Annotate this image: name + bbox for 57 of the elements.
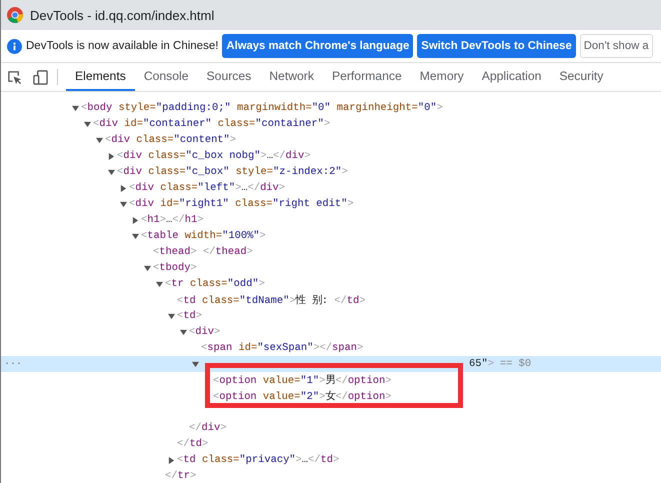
inspect-element-icon[interactable]	[6, 70, 22, 84]
dom-node-line[interactable]: </td>	[177, 438, 208, 450]
dom-node-line[interactable]: </tr>	[165, 470, 196, 482]
expanded-triangle-icon[interactable]	[168, 312, 174, 320]
dismiss-button[interactable]: Don't show a	[580, 34, 653, 58]
dom-node-line[interactable]: <div id="container" class="container">	[93, 118, 330, 130]
dom-node-line[interactable]: <thead> </thead>	[153, 246, 253, 258]
dom-node-line[interactable]: <div class="content">	[105, 134, 236, 146]
dom-node-line[interactable]: <tr class="odd">	[165, 278, 265, 290]
dom-node-line[interactable]: <td class="privacy">…</td>	[177, 454, 340, 466]
collapsed-triangle-icon[interactable]	[120, 184, 126, 192]
collapsed-triangle-icon[interactable]	[132, 216, 138, 224]
panel-tab[interactable]: Memory	[410, 63, 473, 91]
device-toggle-icon[interactable]	[32, 70, 48, 84]
collapsed-triangle-icon[interactable]	[168, 456, 174, 464]
expanded-triangle-icon[interactable]	[132, 232, 138, 240]
panel-tab[interactable]: Elements	[66, 63, 135, 91]
dom-node-line[interactable]: <div id="right1" class="right edit">	[129, 198, 354, 210]
panel-tab[interactable]: Console	[134, 63, 198, 91]
expanded-triangle-icon[interactable]	[108, 168, 114, 176]
collapsed-triangle-icon[interactable]	[108, 152, 114, 160]
dom-node-line[interactable]: <td class="tdName">性 别: </td>	[177, 293, 366, 307]
panel-tab[interactable]: Network	[260, 63, 323, 91]
expanded-triangle-icon[interactable]	[180, 328, 186, 336]
dom-node-line[interactable]: </div>	[189, 422, 226, 434]
dom-node-line[interactable]: <span id="sexSpan"></span>	[201, 342, 364, 354]
dom-node-line[interactable]: <div class="c_box nobg">…</div>	[117, 150, 310, 162]
selected-node-marker: == $0	[500, 358, 532, 370]
panel-tab[interactable]: Security	[550, 63, 612, 91]
expanded-triangle-icon[interactable]	[156, 280, 162, 288]
expanded-triangle-icon[interactable]	[120, 200, 126, 208]
dom-node-line[interactable]: <body style="padding:0;" marginwidth="0" marginheight="0">	[81, 102, 443, 114]
more-dots-icon[interactable]: ···	[4, 358, 22, 370]
panel-tab[interactable]: Sources	[198, 63, 260, 91]
dom-node-line[interactable]: <table width="100%">	[141, 230, 266, 242]
dom-node-line[interactable]: <div class="left">…</div>	[129, 182, 286, 194]
dom-node-line[interactable]: <option value="2">女</option>	[213, 389, 392, 403]
panel-tab[interactable]: Application	[472, 63, 550, 91]
browser-logo-icon	[7, 7, 23, 23]
dom-node-line[interactable]: <tbody>	[153, 262, 197, 274]
expanded-triangle-icon[interactable]	[84, 120, 90, 128]
panel-tab[interactable]: Performance	[322, 63, 411, 91]
info-message: DevTools is now available in Chinese!	[26, 40, 218, 52]
dom-node-line[interactable]: <div class="c_box" style="z-index:2">	[117, 166, 348, 178]
dom-node-line[interactable]: <option value="1">男</option>	[213, 373, 392, 387]
dom-node-line[interactable]: <td>	[177, 310, 202, 322]
dom-node-line[interactable]: 65">	[469, 358, 494, 370]
dom-node-line[interactable]: <div>	[189, 326, 220, 338]
expanded-triangle-icon[interactable]	[144, 264, 150, 272]
action-button[interactable]: Switch DevTools to Chinese	[417, 34, 576, 58]
info-icon	[7, 38, 22, 54]
expanded-triangle-icon[interactable]	[72, 104, 78, 112]
expanded-triangle-icon[interactable]	[96, 136, 102, 144]
window-title: DevTools - id.qq.com/index.html	[30, 8, 214, 22]
action-button[interactable]: Always match Chrome's language	[222, 34, 414, 58]
expanded-triangle-icon[interactable]	[192, 360, 198, 368]
dom-node-line[interactable]: <h1>…</h1>	[141, 214, 204, 226]
